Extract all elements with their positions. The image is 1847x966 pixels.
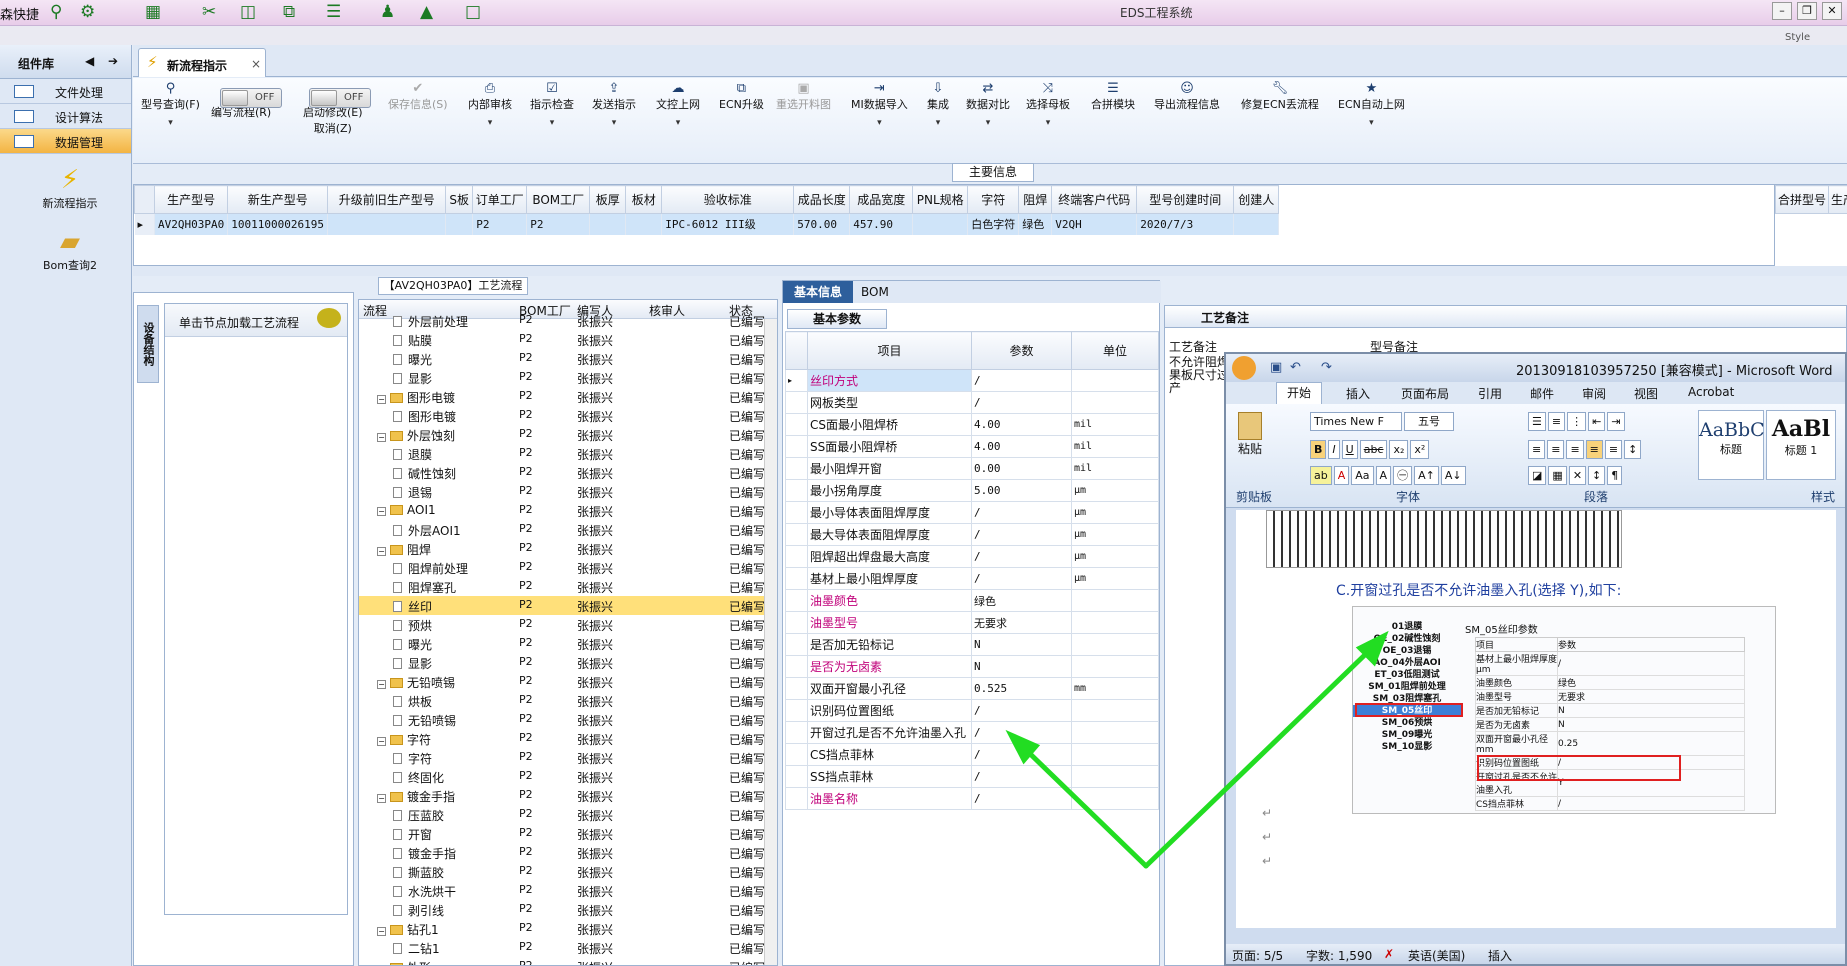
arrow-to-param-row: [1019, 743, 1149, 869]
annotation-arrows: [1005, 630, 1389, 869]
arrow-to-doc-tree: [1143, 645, 1375, 869]
